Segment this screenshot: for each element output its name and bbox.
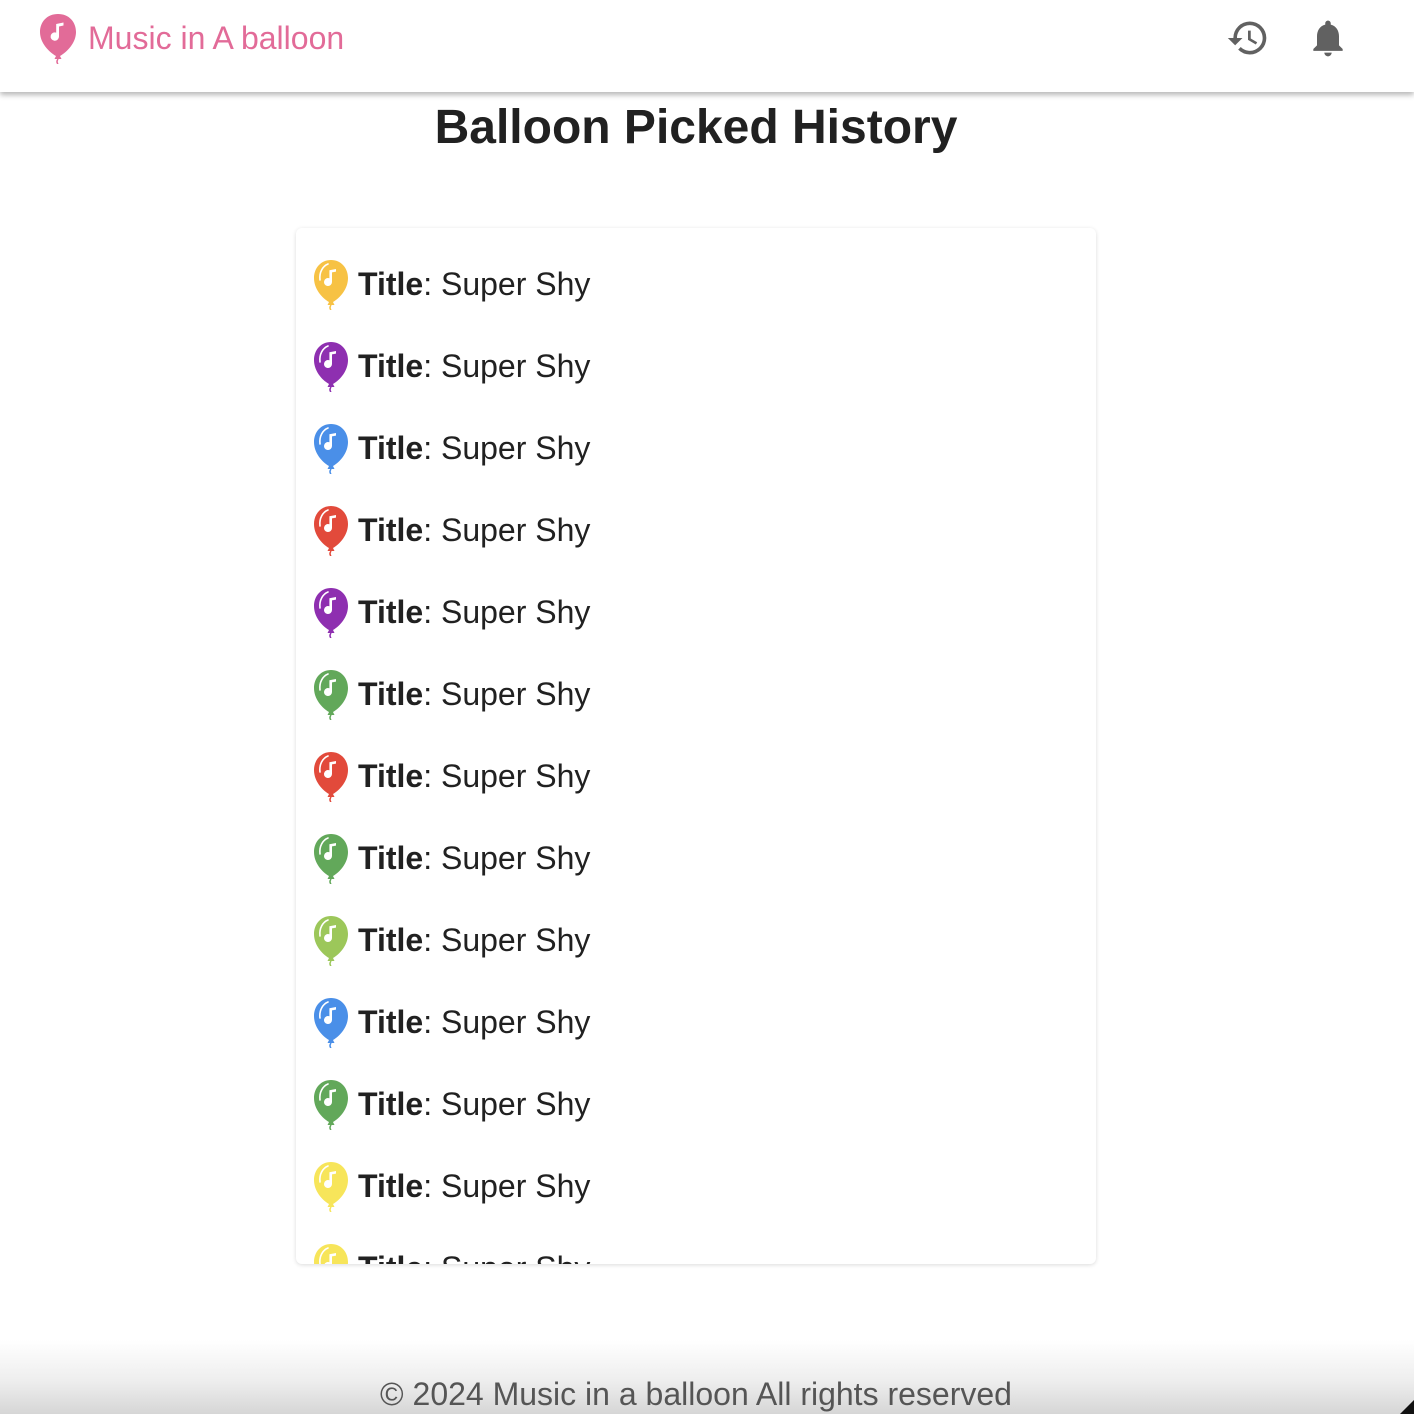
history-item-title: Super Shy (440, 1004, 591, 1040)
history-item-title: Super Shy (440, 430, 591, 466)
history-item-label: Title (358, 512, 424, 548)
history-item[interactable]: Title: Super Shy (296, 1240, 1096, 1264)
balloon-music-icon (40, 14, 76, 64)
history-button[interactable] (1224, 14, 1272, 62)
history-item-label: Title (358, 348, 424, 384)
footer: © 2024 Music in a balloon All rights res… (0, 1340, 1414, 1414)
history-item[interactable]: Title: Super Shy (296, 338, 1096, 420)
history-item-title: Super Shy (440, 676, 591, 712)
history-item-text: Title: Super Shy (358, 994, 590, 1050)
history-item-label: Title (358, 594, 424, 630)
history-item[interactable]: Title: Super Shy (296, 584, 1096, 666)
history-item-text: Title: Super Shy (358, 338, 590, 394)
history-item-separator: : (423, 1086, 433, 1122)
history-item-label: Title (358, 1168, 424, 1204)
history-list-card[interactable]: Title: Super Shy Title: Super Shy Title: S… (296, 228, 1096, 1264)
history-item-title: Super Shy (440, 594, 591, 630)
history-item-title: Super Shy (440, 348, 591, 384)
history-item[interactable]: Title: Super Shy (296, 912, 1096, 994)
history-item-text: Title: Super Shy (358, 1076, 590, 1132)
history-item[interactable]: Title: Super Shy (296, 1158, 1096, 1240)
balloon-music-icon (314, 588, 348, 638)
history-item-title: Super Shy (440, 1086, 591, 1122)
history-item-text: Title: Super Shy (358, 912, 590, 968)
history-item-title: Super Shy (441, 1250, 590, 1264)
balloon-music-icon (314, 1244, 348, 1264)
history-item-text: Title: Super Shy (358, 420, 590, 476)
history-item-separator: : (423, 922, 433, 958)
history-item-text: Title: Super Shy (358, 748, 590, 804)
history-item[interactable]: Title: Super Shy (296, 748, 1096, 830)
history-item-title: Super Shy (440, 758, 591, 794)
brand-home-link[interactable]: Music in A balloon (38, 12, 344, 64)
history-item[interactable]: Title: Super Shy (296, 994, 1096, 1076)
history-item-separator: : (423, 512, 433, 548)
balloon-music-icon (314, 670, 348, 720)
balloon-music-icon (314, 424, 348, 474)
balloon-music-icon (314, 1080, 348, 1130)
history-item[interactable]: Title: Super Shy (296, 502, 1096, 584)
history-item-separator: : (423, 1004, 433, 1040)
history-item[interactable]: Title: Super Shy (296, 256, 1096, 338)
balloon-music-icon (314, 506, 348, 556)
history-item-title: Super Shy (440, 266, 591, 302)
window-corner-mark (1400, 1400, 1414, 1414)
history-item-separator: : (423, 1168, 433, 1204)
history-item-label: Title (358, 922, 424, 958)
history-item-text: Title: Super Shy (358, 256, 590, 312)
history-item-separator: : (423, 676, 433, 712)
history-item-title: Super Shy (440, 922, 591, 958)
balloon-music-icon (314, 342, 348, 392)
balloon-music-icon (314, 916, 348, 966)
balloon-music-icon (314, 1162, 348, 1212)
history-item-title: Super Shy (440, 840, 591, 876)
history-item[interactable]: Title: Super Shy (296, 830, 1096, 912)
history-item-separator: : (423, 430, 433, 466)
history-item-label: Title (358, 266, 424, 302)
history-item-separator: : (423, 840, 433, 876)
history-item-label: Title (358, 1004, 424, 1040)
balloon-music-icon (314, 998, 348, 1048)
history-item-separator: : (423, 1250, 432, 1264)
history-item-title: Super Shy (440, 512, 591, 548)
notifications-button[interactable] (1304, 14, 1352, 62)
history-item-label: Title (358, 840, 424, 876)
history-item-separator: : (423, 348, 433, 384)
history-item-text: Title: Super Shy (358, 584, 590, 640)
history-item-text: Title: Super Shy (358, 666, 590, 722)
history-list: Title: Super Shy Title: Super Shy Title: S… (296, 228, 1096, 1264)
history-item-label: Title (358, 430, 424, 466)
balloon-music-icon (314, 834, 348, 884)
history-item-label: Title (358, 676, 424, 712)
history-item-label: Title (358, 1086, 424, 1122)
history-item-text: Title: Super Shy (358, 830, 590, 886)
history-item[interactable]: Title: Super Shy (296, 1076, 1096, 1158)
history-item[interactable]: Title: Super Shy (296, 420, 1096, 502)
app-bar: Music in A balloon (0, 0, 1414, 92)
history-icon (1227, 21, 1267, 55)
history-item-text: Title: Super Shy (358, 1240, 590, 1264)
bell-icon (1313, 20, 1343, 57)
footer-copyright: © 2024 Music in a balloon All rights res… (380, 1376, 1012, 1412)
balloon-music-icon (314, 260, 348, 310)
history-item-separator: : (423, 594, 433, 630)
history-item-separator: : (423, 266, 433, 302)
history-item-label: Title (358, 758, 424, 794)
history-item-text: Title: Super Shy (358, 502, 590, 558)
page-title: Balloon Picked History (434, 101, 958, 154)
history-item-title: Super Shy (440, 1168, 591, 1204)
brand-name: Music in A balloon (88, 20, 345, 56)
balloon-music-icon (314, 752, 348, 802)
history-item-label: Title (358, 1250, 423, 1264)
history-item-text: Title: Super Shy (358, 1158, 590, 1214)
history-item[interactable]: Title: Super Shy (296, 666, 1096, 748)
history-item-separator: : (423, 758, 433, 794)
